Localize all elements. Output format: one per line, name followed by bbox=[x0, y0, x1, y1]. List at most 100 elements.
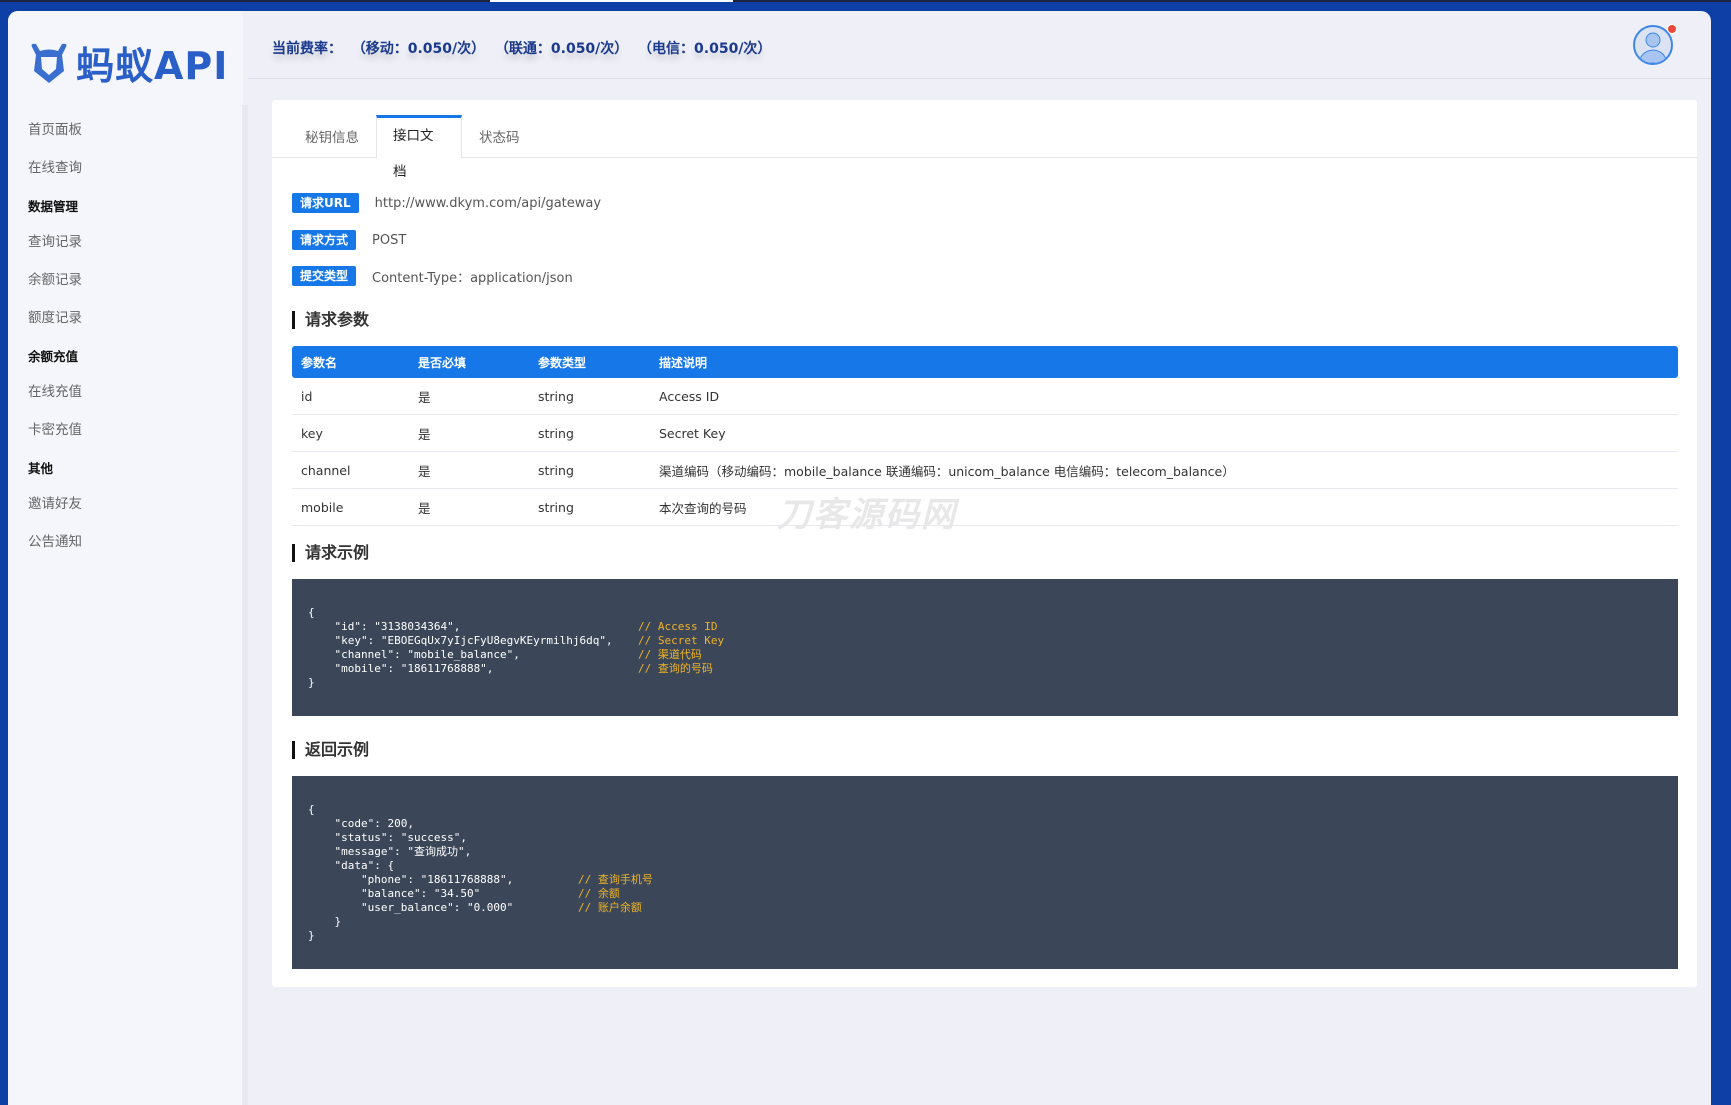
sidebar-item[interactable]: 首页面板 bbox=[28, 111, 228, 149]
notification-dot bbox=[1667, 24, 1677, 34]
code-line: "channel": "mobile_balance", // 渠道代码 bbox=[308, 648, 1662, 662]
label-badge: 请求方式 bbox=[292, 230, 357, 250]
sidebar-item[interactable]: 卡密充值 bbox=[28, 411, 228, 449]
table-cell: key bbox=[301, 425, 323, 441]
label-badge: 请求URL bbox=[292, 193, 359, 213]
ant-logo-icon bbox=[31, 43, 67, 83]
code-text: { bbox=[308, 606, 315, 619]
column-header: 是否必填 bbox=[418, 355, 467, 370]
top-header: 当前费率： （移动：0.050/次） （联通：0.050/次） （电信：0.05… bbox=[248, 11, 1711, 79]
code-line: } bbox=[308, 929, 1662, 943]
table-cell: 是 bbox=[418, 500, 431, 516]
sidebar-nav: 首页面板 在线查询 数据管理 查询记录 余额记录 额度记录 余额充值 在线充值 卡密充值 其他 邀请… bbox=[28, 111, 228, 561]
code-line: "data": { bbox=[308, 859, 1662, 873]
sidebar-item[interactable]: 在线充值 bbox=[28, 373, 228, 411]
table-cell: 是 bbox=[418, 426, 431, 442]
code-text: "mobile": "18611768888", bbox=[308, 662, 494, 675]
table-row: channel 是 string 渠道编码（移动编码：mobile_balance 联… bbox=[292, 452, 1678, 489]
code-text: "key": "EBOEGqUx7yIjcFyU8egvKEyrmilhj6dq… bbox=[308, 634, 613, 647]
sidebar-item[interactable]: 额度记录 bbox=[28, 299, 228, 337]
tab-secret-info[interactable]: 秘钥信息 bbox=[289, 118, 375, 159]
sidebar-item[interactable]: 公告通知 bbox=[28, 523, 228, 561]
section-title-params: 请求参数 bbox=[292, 311, 369, 329]
code-comment: // 查询的号码 bbox=[638, 662, 713, 675]
tab-api-docs[interactable]: 接口文档 bbox=[376, 115, 462, 180]
user-icon bbox=[1638, 32, 1668, 63]
section-title-request-example: 请求示例 bbox=[292, 544, 369, 562]
table-cell: channel bbox=[301, 462, 351, 478]
code-line: "code": 200, bbox=[308, 817, 1662, 831]
sidebar-group-heading: 余额充值 bbox=[28, 349, 79, 364]
info-row-url: 请求URL http://www.dkym.com/api/gateway bbox=[292, 193, 601, 213]
table-cell: string bbox=[538, 388, 574, 404]
sidebar-scrollbar[interactable] bbox=[242, 105, 248, 1105]
content-type: Content-Type：application/json bbox=[372, 270, 573, 286]
api-doc-card: 秘钥信息 接口文档 状态码 请求URL http://www.dkym.com/a… bbox=[272, 100, 1697, 987]
column-header: 参数名 bbox=[301, 355, 338, 370]
code-line: "key": "EBOEGqUx7yIjcFyU8egvKEyrmilhj6dq… bbox=[308, 634, 1662, 648]
code-text: "phone": "18611768888", bbox=[308, 873, 514, 886]
code-line: { bbox=[308, 803, 1662, 817]
table-cell: string bbox=[538, 425, 574, 441]
info-row-method: 请求方式 POST bbox=[292, 230, 406, 250]
code-text: { bbox=[308, 803, 315, 816]
table-row: mobile 是 string 本次查询的号码 bbox=[292, 489, 1678, 526]
response-example-code: { "code": 200, "status": "success", "mes… bbox=[292, 776, 1678, 969]
table-cell: id bbox=[301, 388, 313, 404]
code-text: "status": "success", bbox=[308, 831, 467, 844]
table-row: key 是 string Secret Key bbox=[292, 415, 1678, 452]
table-cell: Access ID bbox=[659, 388, 720, 404]
code-comment: // Access ID bbox=[638, 620, 718, 633]
sidebar-item[interactable]: 邀请好友 bbox=[28, 485, 228, 523]
window-top-edge bbox=[0, 0, 1731, 2]
section-title-response-example: 返回示例 bbox=[292, 741, 369, 759]
logo-text: 蚂蚁API bbox=[76, 44, 229, 88]
code-comment: // Secret Key bbox=[638, 634, 725, 647]
code-text: "code": 200, bbox=[308, 817, 414, 830]
code-comment: // 余额 bbox=[578, 887, 620, 900]
app-frame: 蚂蚁API 首页面板 在线查询数据管理查询记录 余额记录 额度记录余额充值在线充值 卡密… bbox=[8, 11, 1711, 1105]
table-cell: 渠道编码（移动编码：mobile_balance 联通编码：unicom_bal… bbox=[659, 463, 1235, 479]
code-text: } bbox=[308, 915, 342, 928]
code-text: "id": "3138034364", bbox=[308, 620, 461, 633]
code-line: "balance": "34.50" // 余额 bbox=[308, 887, 1662, 901]
table-cell: 是 bbox=[418, 463, 431, 479]
code-text: "data": { bbox=[308, 859, 395, 872]
code-text: "user_balance": "0.000" bbox=[308, 901, 514, 914]
request-example-code: { "id": "3138034364", // Access ID "key":… bbox=[292, 579, 1678, 716]
info-row-content-type: 提交类型 Content-Type：application/json bbox=[292, 266, 573, 286]
code-line: "status": "success", bbox=[308, 831, 1662, 845]
code-text: "message": "查询成功", bbox=[308, 845, 472, 858]
request-method: POST bbox=[372, 232, 407, 248]
code-line: } bbox=[308, 676, 1662, 690]
request-url: http://www.dkym.com/api/gateway bbox=[374, 195, 602, 211]
code-comment: // 渠道代码 bbox=[638, 648, 702, 661]
column-header: 描述说明 bbox=[659, 355, 708, 370]
sidebar-item[interactable]: 余额记录 bbox=[28, 261, 228, 299]
code-line: "phone": "18611768888", // 查询手机号 bbox=[308, 873, 1662, 887]
table-cell: Secret Key bbox=[659, 425, 726, 441]
code-text: "channel": "mobile_balance", bbox=[308, 648, 520, 661]
code-line: "mobile": "18611768888", // 查询的号码 bbox=[308, 662, 1662, 676]
code-line: } bbox=[308, 915, 1662, 929]
column-header: 参数类型 bbox=[538, 355, 587, 370]
logo[interactable]: 蚂蚁API bbox=[28, 35, 228, 90]
table-cell: 是 bbox=[418, 389, 431, 405]
sidebar-item[interactable]: 查询记录 bbox=[28, 223, 228, 261]
table-row: id 是 string Access ID bbox=[292, 378, 1678, 415]
params-table: 参数名 是否必填 参数类型 描述说明 id 是 string Access ID key… bbox=[292, 346, 1678, 526]
code-text: } bbox=[308, 929, 315, 942]
label-badge: 提交类型 bbox=[292, 266, 357, 286]
sidebar-group-heading: 数据管理 bbox=[28, 199, 79, 214]
code-line: "id": "3138034364", // Access ID bbox=[308, 620, 1662, 634]
code-comment: // 账户余额 bbox=[578, 901, 642, 914]
code-text: "balance": "34.50" bbox=[308, 887, 481, 900]
table-cell: mobile bbox=[301, 499, 344, 515]
tab-status-codes[interactable]: 状态码 bbox=[463, 118, 536, 159]
code-line: { bbox=[308, 606, 1662, 620]
code-line: "message": "查询成功", bbox=[308, 845, 1662, 859]
code-text: } bbox=[308, 676, 315, 689]
table-cell: string bbox=[538, 462, 574, 478]
table-header: 参数名 是否必填 参数类型 描述说明 bbox=[292, 346, 1678, 378]
sidebar-item[interactable]: 在线查询 bbox=[28, 149, 228, 187]
